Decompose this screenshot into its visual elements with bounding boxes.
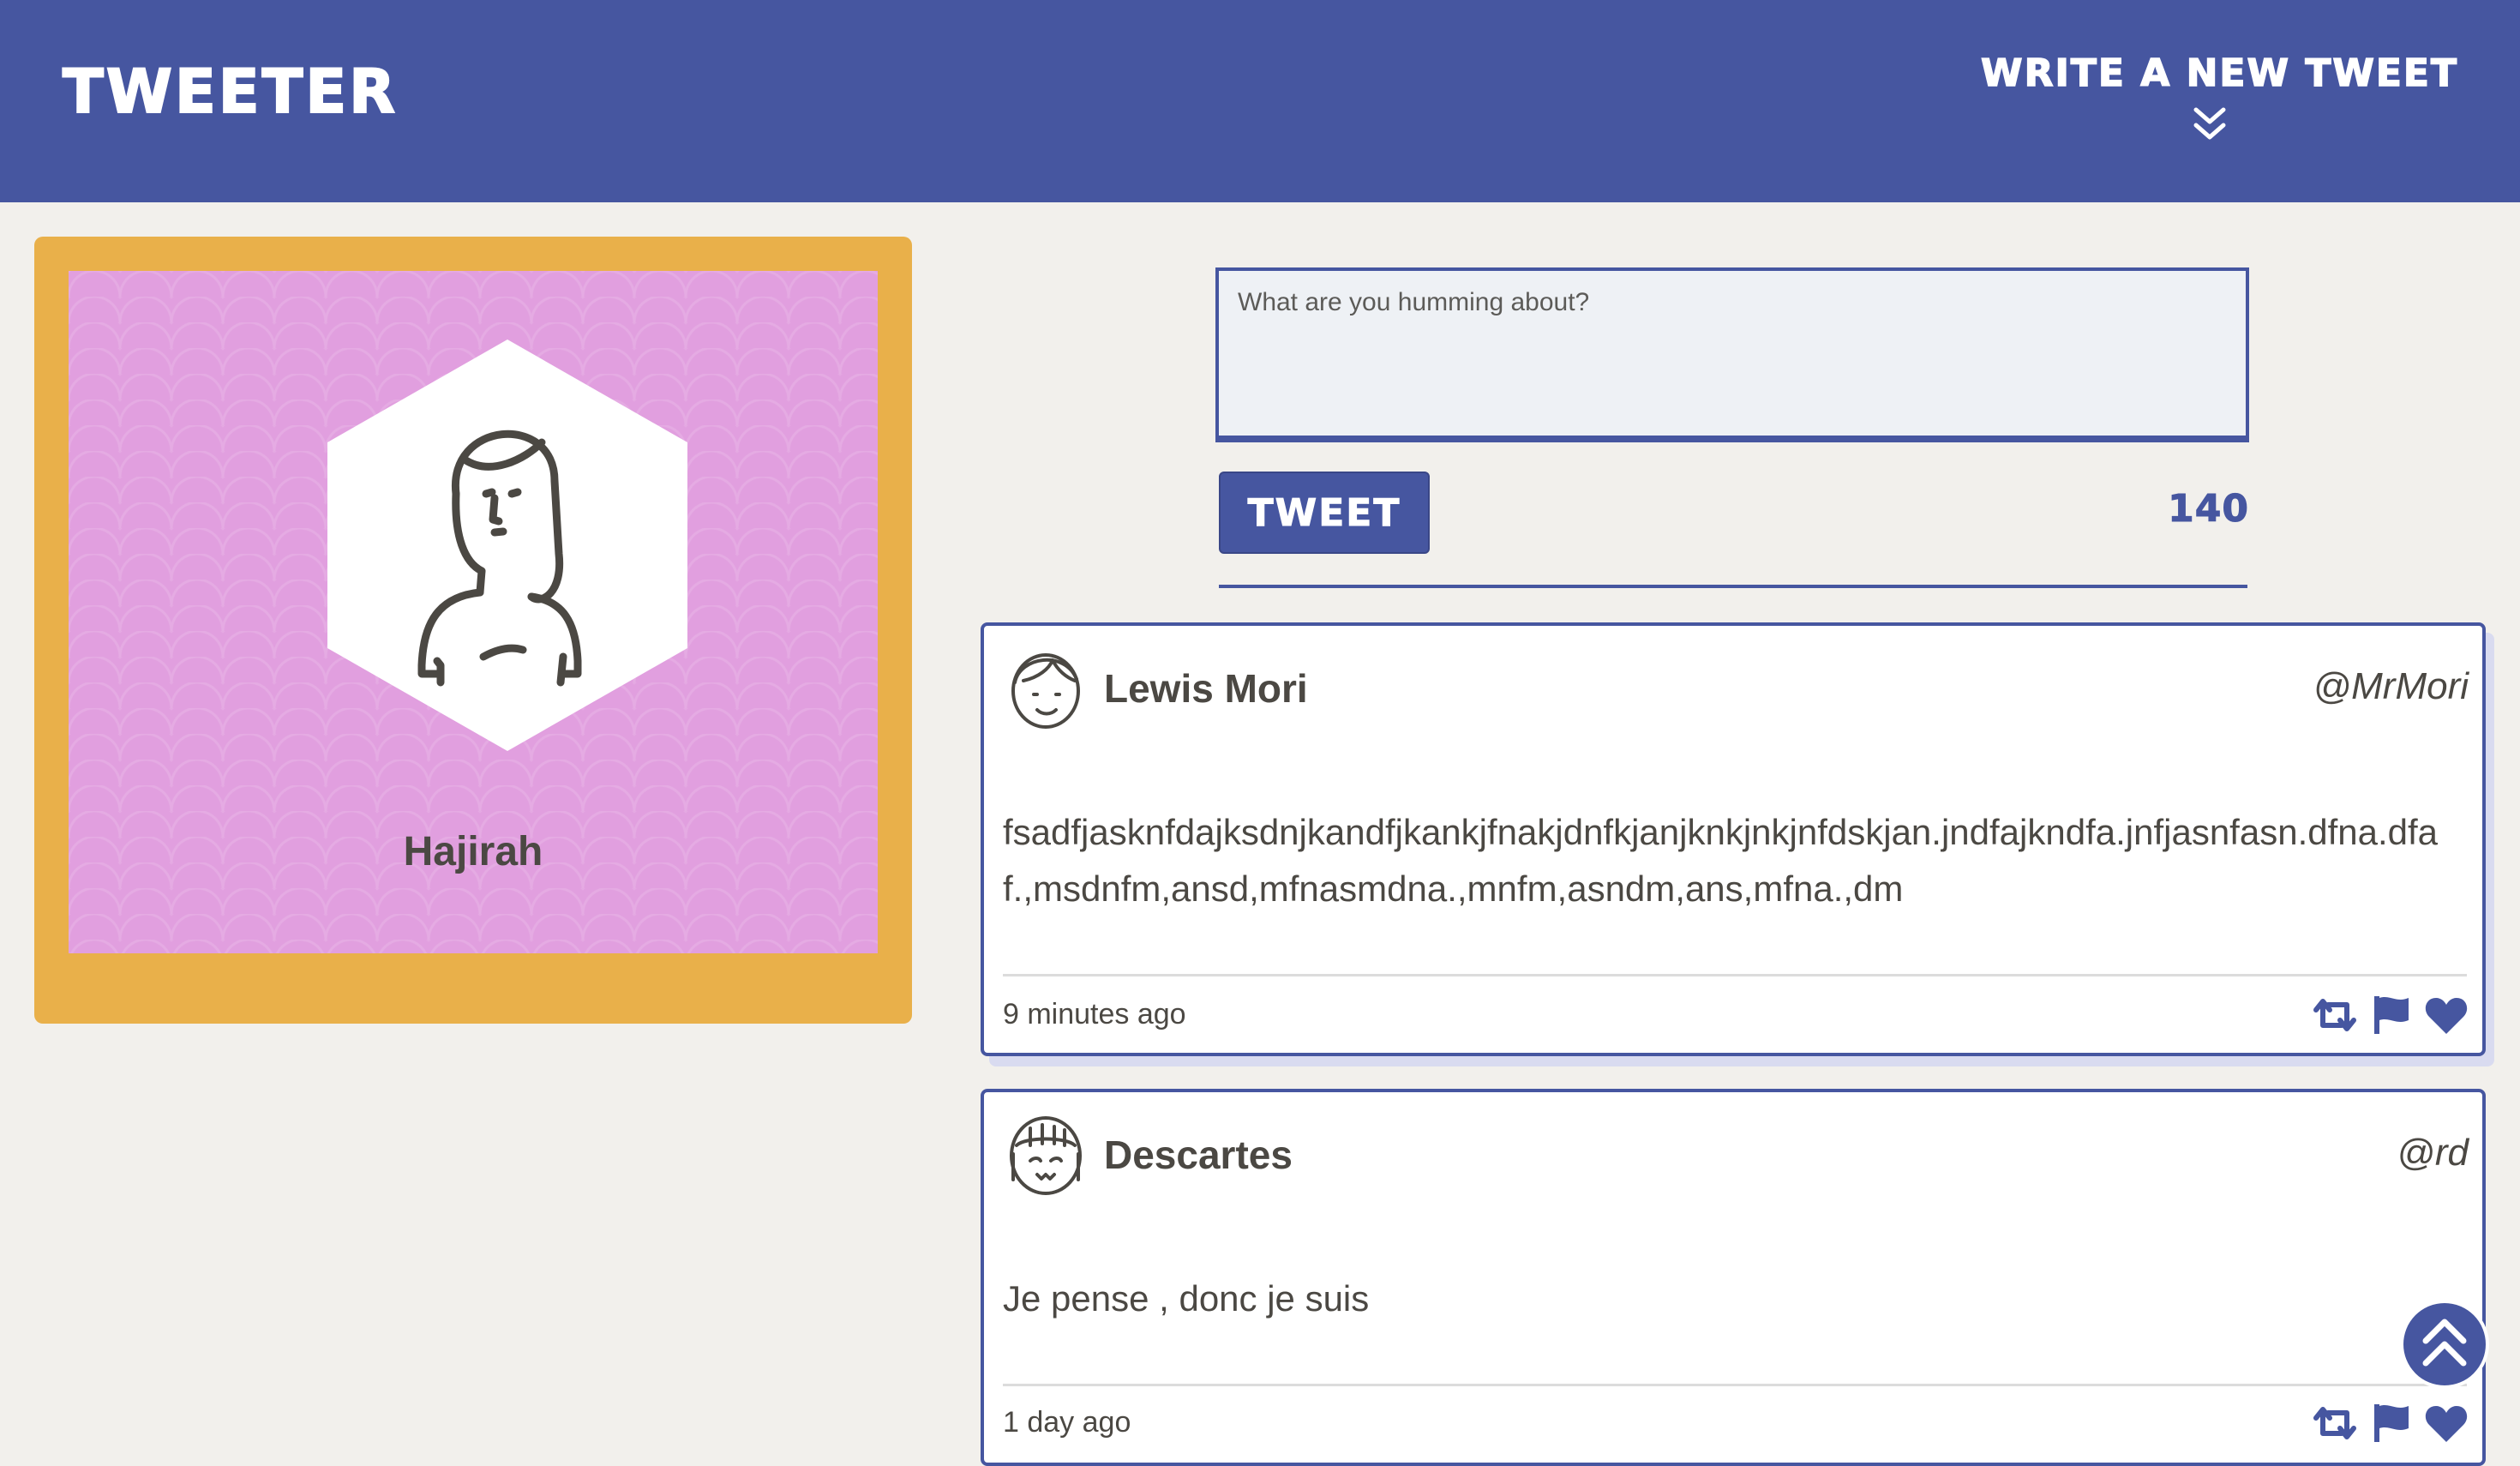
scroll-to-top-button[interactable] — [2400, 1300, 2489, 1389]
tweet-actions — [2311, 1403, 2469, 1444]
retweet-icon[interactable] — [2311, 994, 2359, 1036]
write-new-tweet-toggle[interactable]: Write a new tweet — [1978, 50, 2458, 153]
top-nav: Tweeter Write a new tweet — [0, 0, 2520, 202]
heart-icon[interactable] — [2424, 994, 2469, 1036]
girl-avatar-icon — [1010, 1116, 1082, 1195]
profile-name: Hajirah — [403, 829, 543, 874]
retweet-icon[interactable] — [2311, 1403, 2359, 1444]
double-chevron-down-icon — [2193, 107, 2226, 140]
tweet-divider — [1003, 1384, 2467, 1386]
heart-icon[interactable] — [2424, 1403, 2469, 1444]
tweet-handle[interactable]: @MrMori — [2313, 665, 2469, 708]
tweet-timestamp: 9 minutes ago — [1003, 998, 1186, 1030]
tweet-text: Je pense , donc je suis — [1003, 1278, 1370, 1319]
tweet-card: Descartes @rd Je pense , donc je suis 1 … — [981, 1089, 2486, 1466]
tweet-text: fsadfjasknfdajksdnjkandfjkankjfnakjdnfkj… — [1003, 812, 2439, 909]
composer-divider — [1219, 585, 2247, 588]
flag-icon[interactable] — [2371, 994, 2412, 1036]
tweet-divider — [1003, 974, 2467, 976]
double-chevron-up-icon — [2422, 1319, 2467, 1367]
tweet-handle[interactable]: @rd — [2397, 1132, 2469, 1175]
tweet-author[interactable]: Descartes — [1104, 1132, 1293, 1178]
profile-card: Hajirah — [34, 237, 912, 1024]
man-avatar-icon — [1011, 653, 1080, 729]
tweet-button[interactable]: Tweet — [1219, 472, 1430, 554]
flag-icon[interactable] — [2371, 1403, 2412, 1444]
write-new-tweet-label: Write a new tweet — [1980, 51, 2458, 95]
tweet-card: Lewis Mori @MrMori fsadfjasknfdajksdnjka… — [981, 622, 2486, 1056]
tweet-actions — [2311, 994, 2469, 1036]
tweet-author[interactable]: Lewis Mori — [1104, 665, 1308, 712]
tweet-input[interactable] — [1215, 267, 2249, 442]
woman-avatar-icon — [327, 339, 687, 751]
brand-logo[interactable]: Tweeter — [62, 61, 398, 123]
character-counter: 140 — [2168, 487, 2249, 532]
